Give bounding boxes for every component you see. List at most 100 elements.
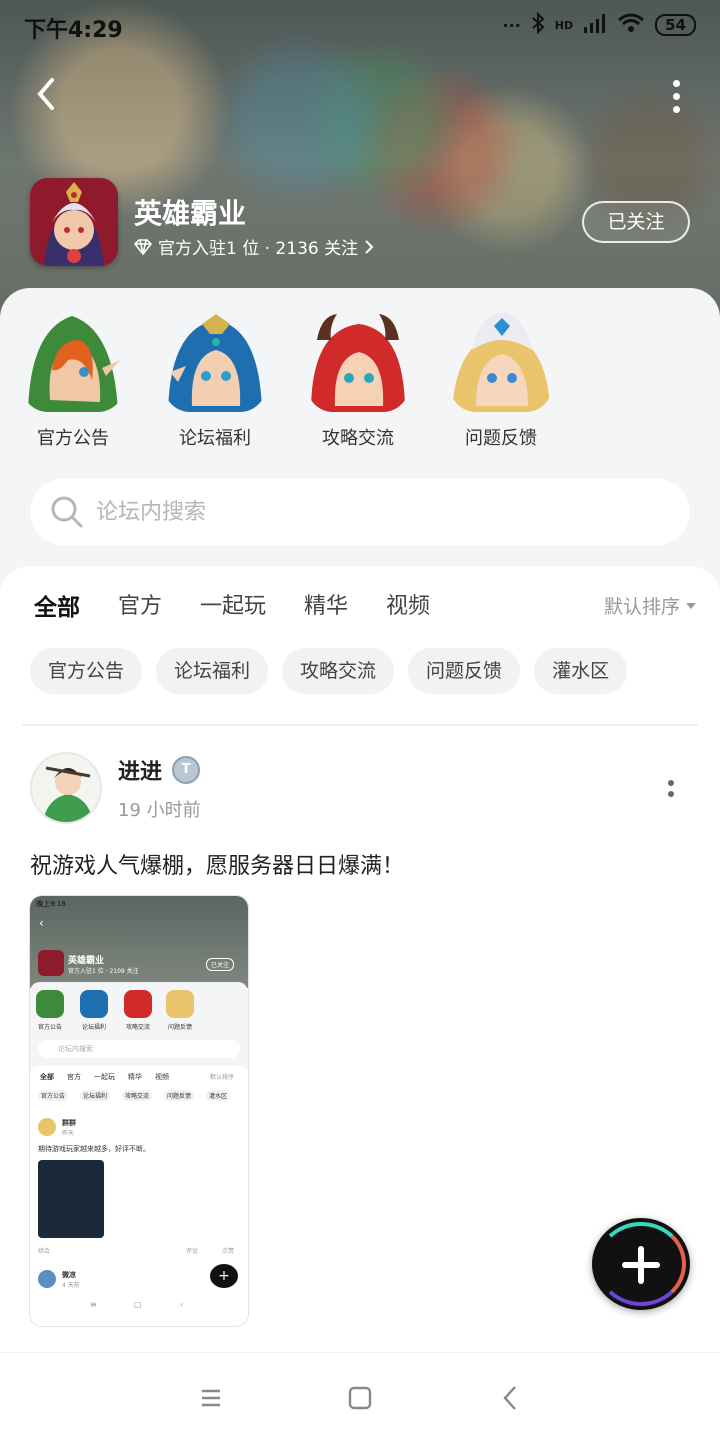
forum-avatar-priestess	[450, 310, 552, 412]
battery-indicator: 54	[655, 14, 696, 36]
thumb-back-icon: ‹	[39, 916, 44, 930]
thumb-forum-label: 官方公告	[38, 1024, 63, 1031]
sort-dropdown[interactable]: 默认排序	[604, 592, 696, 619]
chip-feedback[interactable]: 问题反馈	[408, 648, 521, 694]
chevron-left-icon	[37, 78, 54, 110]
sort-label: 默认排序	[603, 596, 680, 618]
thumb-follow: 已关注	[206, 958, 235, 971]
thumb-sort: 默认排序	[210, 1074, 235, 1081]
forum-welfare[interactable]: 论坛福利	[160, 310, 270, 450]
feed-tabs: 全部 官方 一起玩 精华 视频	[34, 588, 468, 628]
forum-avatar-elf-green	[22, 310, 124, 412]
tab-video[interactable]: 视频	[386, 588, 430, 622]
forum-feedback[interactable]: 问题反馈	[446, 310, 556, 450]
forum-label: 官方公告	[37, 428, 109, 449]
status-icons: ··· HD 54	[502, 11, 696, 38]
thumb-tab: 官方	[67, 1073, 81, 1081]
forum-sections: 官方公告 论坛福利 攻略交流 问题反馈	[0, 310, 720, 460]
forum-label: 攻略交流	[322, 428, 394, 449]
more-options-button[interactable]	[670, 80, 682, 113]
thumb-chip: 攻略交流	[122, 1090, 153, 1101]
author-name[interactable]: 进进	[118, 754, 162, 786]
thumb-tab: 视频	[155, 1073, 169, 1081]
app-stats: 官方入驻1 位 · 2136 关注	[158, 239, 359, 259]
thumb-post-image	[38, 1160, 104, 1238]
tab-play-together[interactable]: 一起玩	[200, 588, 266, 622]
thumb-tag: 综合	[38, 1248, 51, 1255]
forum-label: 问题反馈	[465, 428, 537, 449]
forum-label: 论坛福利	[179, 428, 251, 449]
forum-guides[interactable]: 攻略交流	[303, 310, 413, 450]
thumb-forum-label: 攻略交流	[126, 1024, 151, 1031]
divider	[22, 724, 698, 726]
thumb-app-title: 英雄霸业	[68, 956, 105, 966]
thumb-time: 昨天	[62, 1130, 75, 1137]
thumb-panel: 官方公告 论坛福利 攻略交流 问题反馈 论坛内搜索 全部 官方 一起玩 精华 视…	[30, 982, 248, 1326]
forum-avatar-elf-blue	[164, 310, 266, 412]
thumb-avatar	[38, 1118, 56, 1136]
thumb-search-placeholder: 论坛内搜索	[58, 1045, 93, 1053]
app-subtitle[interactable]: 官方入驻1 位 · 2136 关注	[134, 234, 374, 259]
thumb-forum-label: 问题反馈	[168, 1024, 193, 1031]
chip-welfare[interactable]: 论坛福利	[156, 648, 269, 694]
thumb-forum-1	[36, 990, 64, 1018]
caret-down-icon	[686, 602, 696, 609]
thumb-forum-4	[166, 990, 194, 1018]
thumb-app-icon	[38, 950, 64, 976]
thumb-fab-icon: +	[210, 1264, 238, 1288]
forum-announcements[interactable]: 官方公告	[18, 310, 128, 450]
chip-chat[interactable]: 灌水区	[534, 648, 628, 694]
category-chips: 官方公告 论坛福利 攻略交流 问题反馈 灌水区	[30, 648, 628, 694]
home-icon[interactable]	[345, 1383, 375, 1413]
tab-official[interactable]: 官方	[118, 588, 162, 622]
thumb-tab: 全部	[40, 1073, 54, 1081]
status-bar: 下午4:29 ··· HD 54	[0, 0, 720, 52]
thumb-like: 点赞	[222, 1248, 235, 1255]
forum-avatar-demon-red	[307, 310, 409, 412]
search-icon	[51, 496, 83, 528]
thumb-time: 4 天前	[62, 1282, 80, 1289]
app-title: 英雄霸业	[134, 197, 247, 230]
search-input[interactable]	[96, 499, 656, 525]
bluetooth-icon	[531, 11, 545, 38]
thumb-forum-label: 论坛福利	[82, 1024, 107, 1031]
thumb-tab: 精华	[128, 1073, 142, 1081]
thumb-comment: 评论	[186, 1248, 199, 1255]
thumb-chip: 官方公告	[38, 1090, 69, 1101]
dots-icon: ···	[502, 15, 521, 35]
post-text: 祝游戏人气爆棚，愿服务器日日爆满！	[30, 854, 405, 879]
chip-guides[interactable]: 攻略交流	[282, 648, 395, 694]
author-avatar[interactable]	[30, 752, 102, 824]
post-image[interactable]: 晚上9:18 ‹ 英雄霸业 官方入驻1 位 · 2109 关注 已关注 官方公告…	[30, 896, 248, 1326]
thumb-avatar	[38, 1270, 56, 1288]
plus-icon-vertical	[638, 1246, 644, 1284]
menu-icon[interactable]	[196, 1383, 226, 1413]
tab-all[interactable]: 全部	[34, 588, 80, 628]
thumb-nav-back-icon: ‹	[180, 1300, 184, 1309]
follow-button[interactable]: 已关注	[582, 201, 690, 243]
thumb-app-sub: 官方入驻1 位 · 2109 关注	[68, 968, 139, 975]
post-more-button[interactable]	[668, 780, 676, 802]
network-label: HD	[554, 18, 574, 32]
thumb-forum-3	[124, 990, 152, 1018]
thumb-author: 群群	[62, 1119, 76, 1127]
post-time: 19 小时前	[118, 800, 201, 821]
thumb-chip: 问题反馈	[164, 1090, 195, 1101]
chip-announcements[interactable]: 官方公告	[30, 648, 143, 694]
system-nav-bar	[0, 1352, 720, 1440]
thumb-post-text: 期待游戏玩家越来越多，好评不断。	[38, 1145, 150, 1153]
thumb-header: 晚上9:18 ‹ 英雄霸业 官方入驻1 位 · 2109 关注 已关注	[30, 896, 248, 988]
thumb-nav-menu-icon: ≡	[90, 1300, 97, 1309]
back-button[interactable]	[34, 76, 64, 112]
create-post-button[interactable]	[592, 1218, 690, 1310]
author-name-row: 进进 T	[118, 754, 201, 786]
search-bar[interactable]	[30, 479, 690, 545]
thumb-forum-2	[80, 990, 108, 1018]
verified-badge-icon: T	[172, 756, 201, 784]
thumb-status-time: 晚上9:18	[36, 900, 66, 908]
back-nav-icon[interactable]	[496, 1383, 526, 1413]
tab-featured[interactable]: 精华	[304, 588, 348, 622]
thumb-chip: 灌水区	[206, 1090, 231, 1101]
chevron-right-icon	[365, 239, 374, 254]
signal-icon	[583, 13, 607, 37]
